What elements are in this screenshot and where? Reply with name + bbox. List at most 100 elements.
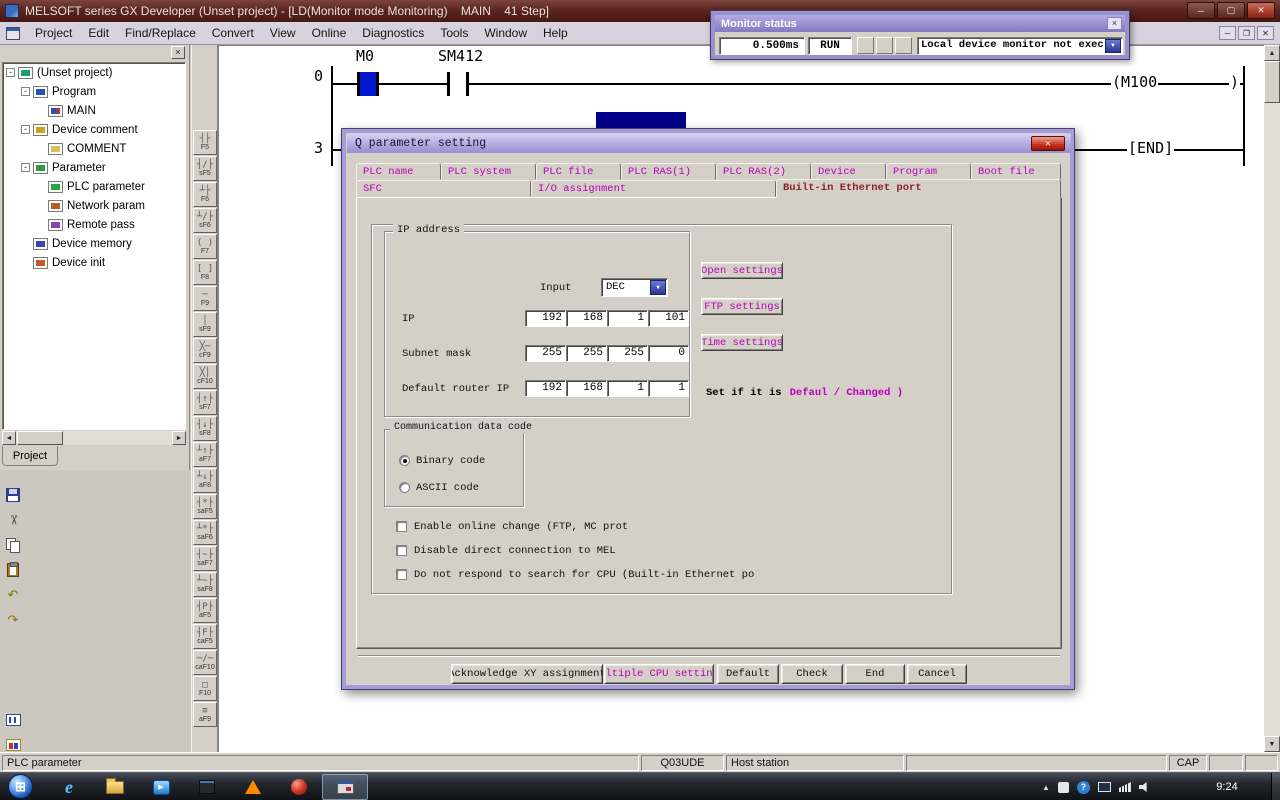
contact-sm412[interactable] [447, 72, 469, 96]
coil-m100[interactable]: (M100 [1111, 74, 1158, 90]
ladder-tool-f7[interactable]: ( )F7 [193, 234, 217, 259]
ladder-tool-af5[interactable]: ┤P├aF5 [193, 598, 217, 623]
ip-octet-input[interactable]: 168 [566, 380, 607, 397]
minimize-button[interactable]: ─ [1187, 2, 1215, 19]
time-settings-button[interactable]: Time settings [701, 334, 783, 351]
dialog-close-button[interactable]: ✕ [1031, 136, 1065, 151]
tab-program[interactable]: Program [886, 163, 971, 180]
tree-item-device-memory[interactable]: Device memory [3, 234, 185, 253]
tree-item-network-param[interactable]: Network param [3, 196, 185, 215]
local-device-monitor-combo[interactable]: Local device monitor not execu ▼ [917, 37, 1123, 55]
ip-octet-input[interactable]: 101 [648, 310, 689, 327]
tool-find-instruction-button[interactable] [2, 659, 24, 681]
project-panel-tab[interactable]: Project [2, 446, 58, 466]
tab-plc-name[interactable]: PLC name [356, 163, 441, 180]
project-tree-hscrollbar[interactable]: ◄ ► [2, 431, 186, 445]
tab-sfc[interactable]: SFC [356, 180, 531, 197]
tool-paste-button[interactable] [2, 559, 24, 581]
tree-expander-icon[interactable]: - [21, 87, 30, 96]
menu-help[interactable]: Help [535, 23, 576, 43]
scroll-left-button[interactable]: ◄ [2, 431, 16, 445]
tree-item-device-init[interactable]: Device init [3, 253, 185, 272]
tree-item-main[interactable]: MAIN [3, 101, 185, 120]
ip-octet-input[interactable]: 1 [607, 310, 648, 327]
ladder-tool-sf8[interactable]: ┤↓├sF8 [193, 416, 217, 441]
scroll-right-button[interactable]: ► [172, 431, 186, 445]
default-button[interactable]: Default [717, 664, 779, 684]
end-button[interactable]: End [845, 664, 905, 684]
ip-octet-input[interactable]: 192 [525, 310, 566, 327]
open-settings-button[interactable]: Open settings [701, 262, 783, 279]
ladder-tool-sf6[interactable]: ┴/├sF6 [193, 208, 217, 233]
tray-volume-icon[interactable] [1139, 782, 1150, 792]
taskbar-app-folder[interactable] [92, 774, 138, 800]
ftp-settings-button[interactable]: FTP settings [701, 298, 783, 315]
tab-plc-ras-1[interactable]: PLC RAS(1) [621, 163, 716, 180]
ip-octet-input[interactable]: 168 [566, 310, 607, 327]
ladder-tool-cf10[interactable]: ╳│cF10 [193, 364, 217, 389]
menu-project[interactable]: Project [27, 23, 80, 43]
tree-item-program[interactable]: -Program [3, 82, 185, 101]
tool-find-device-button[interactable] [2, 634, 24, 656]
taskbar-app-app-dark[interactable] [184, 774, 230, 800]
chevron-down-icon[interactable]: ▼ [650, 280, 666, 295]
ladder-tool-f5[interactable]: ┤├F5 [193, 130, 217, 155]
tree-expander-icon[interactable]: - [6, 68, 15, 77]
checkbox-row-2[interactable]: Do not respond to search for CPU (Built-… [396, 568, 754, 581]
ladder-tool-sf5[interactable]: ┤/├sF5 [193, 156, 217, 181]
tree-item-parameter[interactable]: -Parameter [3, 158, 185, 177]
contact-m0-energized[interactable] [357, 72, 379, 96]
binary-code-radio[interactable]: Binary code [399, 454, 485, 467]
monitor-close-button[interactable]: × [1107, 17, 1122, 30]
tab-boot-file[interactable]: Boot file [971, 163, 1061, 180]
mdi-close-button[interactable]: ✕ [1257, 26, 1274, 40]
checkbox-row-0[interactable]: Enable online change (FTP, MC prot [396, 520, 628, 533]
menu-online[interactable]: Online [304, 23, 355, 43]
menu-diagnostics[interactable]: Diagnostics [354, 23, 432, 43]
tree-item-plc-parameter[interactable]: PLC parameter [3, 177, 185, 196]
ladder-tool-saf7[interactable]: ┤~├saF7 [193, 546, 217, 571]
tree-expander-icon[interactable]: - [21, 125, 30, 134]
ladder-tool-caf5[interactable]: ┤F├caF5 [193, 624, 217, 649]
ladder-tool-af8[interactable]: ┴↓├aF8 [193, 468, 217, 493]
menu-edit[interactable]: Edit [80, 23, 117, 43]
ip-octet-input[interactable]: 0 [648, 345, 689, 362]
scroll-thumb[interactable] [1264, 61, 1280, 103]
ladder-tool-af7[interactable]: ┴↑├aF7 [193, 442, 217, 467]
project-panel-close-button[interactable]: × [171, 46, 185, 59]
input-format-combo[interactable]: DEC ▼ [601, 278, 668, 297]
tray-network-icon[interactable] [1119, 782, 1131, 792]
mdi-restore-button[interactable]: ❐ [1238, 26, 1255, 40]
tray-expand-icon[interactable]: ▲ [1042, 783, 1050, 792]
check-button[interactable]: Check [781, 664, 843, 684]
multiple-cpu-settings-button[interactable]: Multiple CPU settings [604, 664, 714, 684]
menu-find-replace[interactable]: Find/Replace [117, 23, 204, 43]
ladder-tool-f8[interactable]: [ ]F8 [193, 260, 217, 285]
monitor-indicator[interactable] [857, 37, 874, 54]
ladder-tool-af9[interactable]: ≡aF9 [193, 702, 217, 727]
menu-window[interactable]: Window [476, 23, 535, 43]
menu-view[interactable]: View [262, 23, 304, 43]
taskbar-app-red-ball[interactable] [276, 774, 322, 800]
ascii-code-radio[interactable]: ASCII code [399, 481, 479, 494]
ip-octet-input[interactable]: 1 [607, 380, 648, 397]
ladder-tool-sf9[interactable]: │sF9 [193, 312, 217, 337]
ladder-tool-caf10[interactable]: ─/─caF10 [193, 650, 217, 675]
tray-chip-icon[interactable] [1058, 782, 1069, 793]
tree-expander-icon[interactable]: - [21, 163, 30, 172]
scroll-up-button[interactable]: ▲ [1264, 45, 1280, 61]
ip-octet-input[interactable]: 255 [566, 345, 607, 362]
menu-tools[interactable]: Tools [432, 23, 476, 43]
tree-item-unset-project[interactable]: -(Unset project) [3, 63, 185, 82]
tab-plc-file[interactable]: PLC file [536, 163, 621, 180]
ladder-tool-f10[interactable]: □F10 [193, 676, 217, 701]
menu-convert[interactable]: Convert [204, 23, 262, 43]
scroll-thumb[interactable] [17, 431, 63, 445]
checkbox-row-1[interactable]: Disable direct connection to MEL [396, 544, 616, 557]
end-instruction[interactable]: [END] [1127, 140, 1174, 156]
start-button[interactable]: ⊞ [8, 774, 33, 799]
tab-i-o-assignment[interactable]: I/O assignment [531, 180, 776, 197]
tree-item-comment[interactable]: COMMENT [3, 139, 185, 158]
ladder-tool-saf8[interactable]: ┴~├saF8 [193, 572, 217, 597]
monitor-status-titlebar[interactable]: Monitor status [715, 15, 1125, 32]
